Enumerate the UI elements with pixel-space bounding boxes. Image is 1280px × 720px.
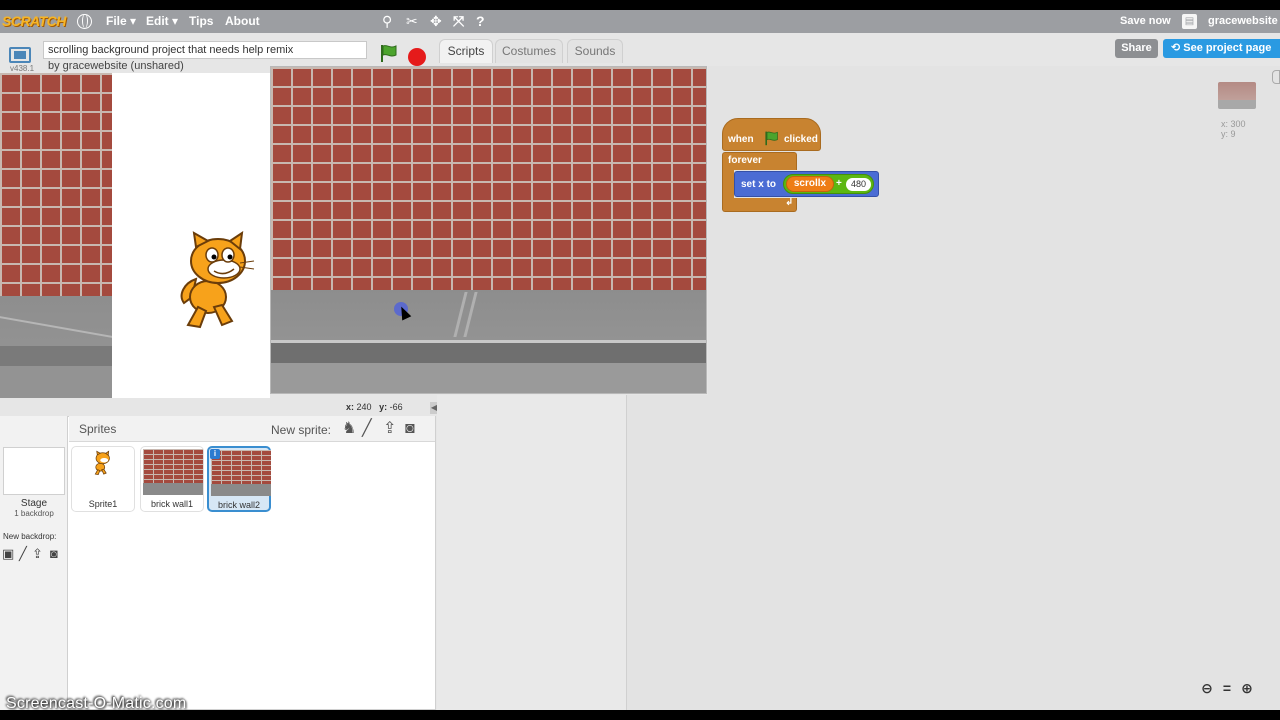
sprite-info-icon[interactable]: i bbox=[210, 449, 220, 459]
help-icon[interactable]: ? bbox=[476, 13, 485, 29]
scripts-area-lower[interactable] bbox=[627, 395, 708, 710]
delete-cut-icon[interactable]: ✂ bbox=[406, 13, 418, 29]
sprite-name: brick wall1 bbox=[150, 499, 193, 509]
sprite-tile-brick-wall1[interactable]: brick wall1 bbox=[140, 446, 204, 512]
scratch-editor: SCRATCH File ▾ Edit ▾ Tips About ⚲ ✂ ✥ ⤧… bbox=[0, 0, 1280, 720]
new-backdrop-label: New backdrop: bbox=[3, 532, 57, 541]
stage-backdrop-count: 1 backdrop bbox=[14, 509, 54, 518]
sprite-x: x: 300 bbox=[1221, 119, 1246, 129]
when-flag-clicked-block[interactable]: when clicked bbox=[722, 118, 821, 151]
sidewalk-image bbox=[271, 290, 706, 393]
see-project-page-button[interactable]: ⟲ See project page bbox=[1163, 39, 1280, 58]
brick-wall-sprite[interactable] bbox=[0, 73, 112, 296]
choose-sprite-from-library-icon[interactable]: ♞ bbox=[342, 420, 356, 438]
account-username[interactable]: gracewebsite bbox=[1208, 15, 1278, 27]
brick-wall1-thumbnail bbox=[143, 449, 203, 495]
tab-scripts[interactable]: Scripts bbox=[439, 39, 493, 63]
fullscreen-icon bbox=[9, 47, 31, 63]
screencast-watermark: Screencast-O-Matic.com bbox=[6, 695, 187, 712]
plus-operator: + bbox=[836, 178, 842, 189]
stage-thumbnail[interactable] bbox=[3, 447, 65, 495]
sprite1-thumbnail bbox=[94, 450, 110, 476]
zoom-reset-button[interactable]: = bbox=[1217, 680, 1237, 696]
shrink-icon[interactable]: ⤧ bbox=[453, 13, 464, 29]
menu-about[interactable]: About bbox=[225, 14, 260, 29]
scratch-cat-sprite[interactable] bbox=[174, 231, 256, 333]
scrollx-variable-reporter[interactable]: scrollx bbox=[786, 176, 834, 192]
menu-tips[interactable]: Tips bbox=[189, 14, 213, 29]
letterbox-bottom bbox=[0, 710, 1280, 720]
share-button[interactable]: Share bbox=[1115, 39, 1158, 58]
letterbox-top bbox=[0, 0, 1280, 10]
paint-backdrop-icon[interactable]: ╱ bbox=[19, 546, 27, 562]
save-now-link[interactable]: Save now bbox=[1120, 15, 1171, 27]
version-label: v438.1 bbox=[10, 64, 35, 73]
language-globe-icon[interactable] bbox=[77, 14, 92, 29]
forever-block-bottom[interactable]: ↲ bbox=[722, 197, 797, 212]
stage-canvas[interactable] bbox=[270, 66, 707, 394]
tab-costumes[interactable]: Costumes bbox=[495, 39, 563, 63]
stage-white-area bbox=[112, 73, 270, 398]
sprites-title: Sprites bbox=[79, 422, 117, 436]
forever-block-arm[interactable] bbox=[722, 169, 734, 201]
zoom-in-icon[interactable]: ⊕ bbox=[1237, 680, 1257, 697]
hat-when-label: when bbox=[728, 134, 754, 145]
sprite-tile-sprite1[interactable]: Sprite1 bbox=[71, 446, 135, 512]
sprite-name: Sprite1 bbox=[88, 499, 118, 509]
my-stuff-folder-icon[interactable]: ▤ bbox=[1182, 14, 1197, 29]
sprite-tile-brick-wall2[interactable]: i brick wall2 bbox=[207, 446, 271, 512]
zoom-controls: ⊖ = ⊕ bbox=[1197, 680, 1257, 697]
menu-bar: SCRATCH File ▾ Edit ▾ Tips About ⚲ ✂ ✥ ⤧… bbox=[0, 10, 1280, 33]
menu-edit[interactable]: Edit ▾ bbox=[146, 14, 178, 29]
sprites-header bbox=[69, 416, 435, 442]
mouse-coordinates: x: 240 y: -66 bbox=[346, 402, 403, 412]
sprite-name: brick wall2 bbox=[217, 500, 260, 510]
green-flag-icon[interactable] bbox=[378, 43, 398, 63]
current-sprite-thumbnail bbox=[1218, 82, 1256, 109]
stage-overflow-area bbox=[0, 73, 270, 398]
menu-file[interactable]: File ▾ bbox=[106, 14, 136, 29]
mouse-x-value: 240 bbox=[356, 402, 372, 412]
scratch-logo[interactable]: SCRATCH bbox=[2, 12, 66, 31]
stop-sign-button[interactable] bbox=[408, 48, 426, 66]
tab-sounds[interactable]: Sounds bbox=[567, 39, 623, 63]
current-sprite-coordinates: x: 300 y: 9 bbox=[1221, 119, 1246, 139]
camera-sprite-icon[interactable]: ◙ bbox=[405, 420, 415, 438]
project-title-input[interactable] bbox=[43, 41, 367, 59]
upload-backdrop-icon[interactable]: ⇪ bbox=[32, 546, 43, 562]
grow-icon[interactable]: ✥ bbox=[430, 13, 442, 29]
block-palette bbox=[437, 395, 627, 710]
mouse-y-value: -66 bbox=[389, 402, 403, 412]
brick-wall-backdrop[interactable] bbox=[271, 67, 706, 290]
forever-block[interactable]: forever bbox=[722, 152, 797, 170]
hat-clicked-label: clicked bbox=[784, 134, 818, 145]
new-sprite-label: New sprite: bbox=[271, 423, 332, 437]
sidewalk-image bbox=[0, 296, 112, 398]
forever-label: forever bbox=[728, 155, 762, 166]
backdrop-library-icon[interactable]: ▣ bbox=[2, 546, 14, 562]
number-input[interactable]: 480 bbox=[846, 178, 871, 191]
upload-sprite-icon[interactable]: ⇪ bbox=[383, 420, 396, 438]
paint-new-sprite-icon[interactable]: ╱ bbox=[362, 420, 372, 438]
see-project-page-label: See project page bbox=[1183, 42, 1272, 54]
brick-wall2-thumbnail bbox=[211, 450, 271, 496]
set-x-to-label: set x to bbox=[741, 179, 777, 190]
sprite-y: y: 9 bbox=[1221, 129, 1236, 139]
scripts-scrollbar[interactable] bbox=[1272, 70, 1280, 84]
camera-backdrop-icon[interactable]: ◙ bbox=[50, 546, 58, 562]
loop-arrow-icon: ↲ bbox=[785, 197, 794, 208]
project-byline: by gracewebsite (unshared) bbox=[48, 60, 184, 72]
mouse-x-label: x: bbox=[346, 402, 355, 412]
stage-label: Stage bbox=[20, 498, 48, 509]
duplicate-stamp-icon[interactable]: ⚲ bbox=[382, 13, 392, 29]
zoom-out-icon[interactable]: ⊖ bbox=[1197, 680, 1217, 697]
remix-arrow-icon: ⟲ bbox=[1171, 42, 1184, 54]
green-flag-icon bbox=[765, 131, 778, 146]
mouse-y-label: y: bbox=[379, 402, 388, 412]
